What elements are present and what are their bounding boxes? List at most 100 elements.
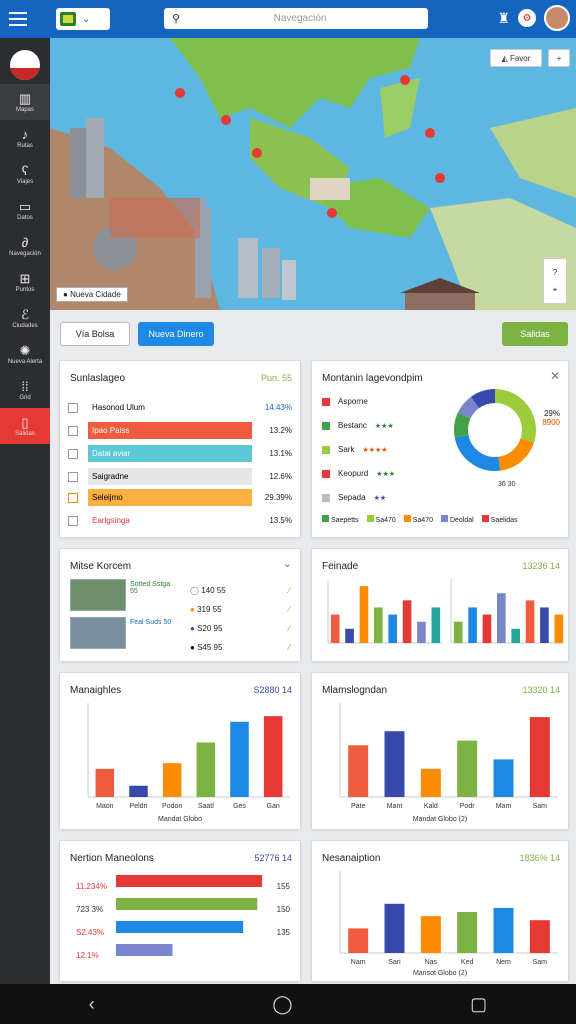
place-thumbnail[interactable] — [70, 579, 126, 611]
trend-marks: ⁄ ⁄ ⁄ ⁄ — [288, 586, 290, 652]
brand-logo — [10, 50, 40, 80]
info-icon[interactable]: ? — [553, 268, 557, 277]
chart-footer: Mandat Globo (2) — [412, 816, 468, 823]
map-add-button[interactable]: + — [548, 49, 570, 67]
place-name[interactable]: Feal Suds 50 — [130, 619, 176, 626]
pin-icon[interactable]: ⌖ — [553, 285, 558, 295]
bar — [417, 621, 426, 643]
travel-icon: ʕ — [21, 162, 29, 178]
back-icon[interactable]: ‹ — [89, 994, 95, 1015]
bar — [345, 628, 354, 643]
card-title: Nertion Maneolons — [70, 853, 154, 864]
home-icon[interactable]: ◯ — [272, 994, 292, 1015]
checkbox[interactable] — [68, 402, 78, 413]
bar — [129, 785, 148, 797]
exit-action-button[interactable]: Salidas — [502, 322, 568, 346]
tick-label: Maon — [96, 803, 114, 810]
system-nav-bar: ‹ ◯ ▢ — [0, 984, 576, 1024]
bar-chart: Pate Mant Kald Podr Mam Sam — [339, 703, 558, 810]
checkbox[interactable] — [68, 471, 78, 482]
sidebar-item-navegacion[interactable]: ∂ Navegación — [0, 228, 50, 264]
close-icon[interactable]: ✕ — [550, 369, 560, 383]
location-icon: ● — [63, 290, 71, 299]
tick-label: Sari — [388, 959, 401, 966]
bar — [529, 920, 550, 953]
sidebar-item-ciudades[interactable]: ℰ Ciudades — [0, 300, 50, 336]
mlamslogndan-card: Mlamslogndan 13320 14 Pate Mant Kald Podr Ma… — [311, 672, 569, 830]
stars-icon: ★★★ — [374, 422, 394, 430]
donut-stat: 29% 8900 — [542, 409, 560, 427]
card-title: Mlamslogndan — [322, 685, 388, 696]
sidebar-item-alerta[interactable]: ✺ Nueva Alerta — [0, 336, 50, 372]
list-item[interactable]: Datai aviar 13.1% — [68, 445, 292, 462]
bottom-legend: Saepetts Sa470 Sa470 Deoldal Saelidas — [322, 515, 518, 524]
tick-label: Peldn — [130, 803, 148, 810]
place-thumbnail[interactable] — [70, 617, 126, 649]
sidebar-item-grid[interactable]: ⁞⁞ Grid — [0, 372, 50, 408]
sidebar-item-puntos[interactable]: ⊞ Puntos — [0, 264, 50, 300]
stars-icon: ★★ — [373, 494, 387, 502]
donut-chart — [454, 389, 536, 471]
sidebar-item-datos[interactable]: ▭ Datos — [0, 192, 50, 228]
sidebar-item-salidas[interactable]: ▯ Salidas — [0, 408, 50, 444]
donut-slice — [454, 434, 501, 471]
settings-icon[interactable]: ⚙ — [518, 9, 536, 27]
checkbox[interactable] — [68, 448, 78, 459]
donut-bottom-label: 36 30 — [498, 481, 516, 488]
app-switcher[interactable]: ⌄ — [56, 8, 110, 30]
view-select[interactable]: Vía Bolsa — [60, 322, 130, 346]
list-item[interactable]: Earlgsinga 13.5% — [68, 512, 292, 529]
bar — [95, 768, 115, 797]
card-value: 52776 14 — [254, 853, 292, 863]
checkbox[interactable] — [68, 425, 78, 436]
list-item[interactable]: Seleijmo 29.39% — [68, 489, 292, 506]
map-zoom-control[interactable]: ? ⌖ — [543, 258, 567, 304]
chevron-down-icon[interactable]: ⌄ — [283, 557, 292, 570]
checkbox[interactable] — [68, 515, 78, 526]
card-value: 1836% 14 — [519, 853, 560, 863]
top-bar: ⌄ ⚲ Navegación ♜ ⚙ — [0, 0, 576, 38]
bar — [497, 593, 506, 643]
menu-icon[interactable] — [0, 0, 36, 38]
search-input[interactable]: ⚲ Navegación — [164, 8, 428, 29]
list-item[interactable]: Hasonod Ulum 14.43% — [68, 399, 292, 416]
notification-icon[interactable]: ♜ — [497, 10, 510, 27]
map-view[interactable]: ◭ Favor + ? ⌖ ● Nueva Cidade — [50, 38, 576, 310]
chart-footer: Mandat Globo — [158, 816, 202, 823]
buildings-icon: ▥ — [18, 90, 32, 106]
checkbox[interactable] — [68, 492, 78, 503]
bar — [348, 928, 369, 953]
grid-icon: ⁞⁞ — [21, 378, 29, 394]
avatar[interactable] — [544, 5, 570, 31]
tick-label: Ges — [233, 803, 246, 810]
tick-label: Nas — [425, 959, 438, 966]
tick-label: Mam — [496, 803, 512, 810]
data-icon: ▭ — [18, 198, 32, 214]
bar — [116, 875, 262, 887]
bar — [402, 600, 412, 643]
bar — [540, 607, 549, 643]
sidebar-item-mapas[interactable]: ▥ Mapas — [0, 84, 50, 120]
app-logo-icon — [60, 12, 76, 26]
place-name[interactable]: Sotted Sstga 55 — [130, 581, 176, 595]
bar — [116, 921, 244, 933]
ranking-card: Sunlaslageo Pun. 55 Hasonod Ulum 14.43% I… — [59, 360, 301, 538]
bar — [196, 742, 216, 797]
list-item[interactable]: Ipao Paiss 13.2% — [68, 422, 292, 439]
bar — [468, 607, 477, 643]
bar — [482, 614, 492, 643]
legend-item: Sa470 — [366, 515, 396, 524]
recents-icon[interactable]: ▢ — [470, 994, 487, 1015]
sidebar-item-rutas[interactable]: ♪ Rutas — [0, 120, 50, 156]
bar — [230, 721, 249, 797]
list-item[interactable]: Saigradne 12.6% — [68, 468, 292, 485]
chart-footer: Mansot Globo (2) — [412, 970, 468, 977]
legend-item: Saepetts — [322, 515, 359, 524]
bar — [529, 717, 550, 797]
card-title: Mitse Korcem — [70, 561, 132, 572]
map-layers-button[interactable]: ◭ Favor — [490, 49, 542, 67]
donut-slice — [454, 412, 471, 438]
sidebar-item-viajes[interactable]: ʕ Viajes — [0, 156, 50, 192]
stars-icon: ★★★ — [376, 470, 396, 478]
new-primary-button[interactable]: Nueva Dinero — [138, 322, 214, 346]
